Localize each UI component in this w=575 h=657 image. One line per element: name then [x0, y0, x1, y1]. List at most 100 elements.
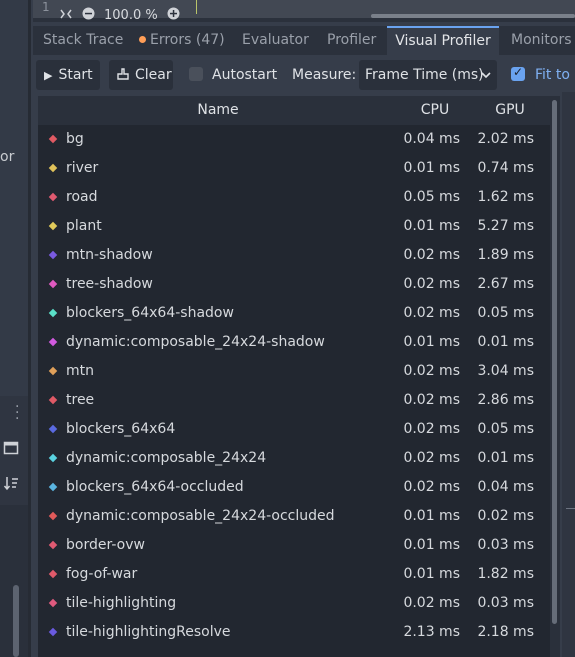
autostart-checkbox[interactable]	[189, 67, 203, 81]
zoom-in-icon[interactable]	[167, 7, 180, 24]
row-cpu: 0.01 ms	[403, 334, 460, 350]
table-row[interactable]: border-ovw 0.01 ms 0.03 ms	[38, 531, 550, 560]
tab-evaluator[interactable]: Evaluator	[242, 26, 309, 55]
color-marker-icon	[48, 424, 58, 434]
table-row[interactable]: mtn-shadow 0.02 ms 1.89 ms	[38, 241, 550, 270]
color-marker-icon	[48, 569, 58, 579]
tab-label: Stack Trace	[43, 32, 124, 48]
color-marker-icon	[48, 279, 58, 289]
start-label: Start	[58, 67, 93, 83]
row-cpu: 0.01 ms	[403, 218, 460, 234]
tab-label: Errors (47)	[150, 32, 225, 48]
color-marker-icon	[48, 221, 58, 231]
row-cpu: 0.01 ms	[403, 160, 460, 176]
column-cpu[interactable]: CPU	[400, 96, 470, 125]
row-cpu: 0.02 ms	[403, 247, 460, 263]
left-dock-upper-panel: or	[0, 0, 29, 396]
row-gpu: 0.02 ms	[477, 508, 534, 524]
table-row[interactable]: fog-of-war 0.01 ms 1.82 ms	[38, 560, 550, 589]
tab-label: Monitors	[511, 32, 572, 48]
color-marker-icon	[48, 163, 58, 173]
row-name: mtn-shadow	[66, 247, 153, 263]
tab-errors[interactable]: Errors (47)	[139, 26, 225, 55]
table-row[interactable]: dynamic:composable_24x24 0.02 ms 0.01 ms	[38, 444, 550, 473]
table-row[interactable]: blockers_64x64-shadow 0.02 ms 0.05 ms	[38, 299, 550, 328]
column-gpu[interactable]: GPU	[478, 96, 542, 125]
tab-monitors[interactable]: Monitors	[511, 26, 572, 55]
start-button[interactable]: ▶ Start	[36, 60, 100, 90]
row-name: tile-highlightingResolve	[66, 624, 231, 640]
drag-handle-icon[interactable]: · · ·	[15, 400, 19, 426]
table-row[interactable]: blockers_64x64-occluded 0.02 ms 0.04 ms	[38, 473, 550, 502]
row-gpu: 0.74 ms	[477, 160, 534, 176]
profiler-toolbar: ▶ Start Clear Autostart Measure: Frame Ti…	[33, 58, 575, 92]
zoom-level: 100.0 %	[104, 8, 158, 23]
color-marker-icon	[48, 511, 58, 521]
window-icon[interactable]	[3, 440, 19, 456]
row-gpu: 2.02 ms	[477, 131, 534, 147]
row-name: dynamic:composable_24x24-shadow	[66, 334, 325, 350]
measure-select[interactable]: Frame Time (ms)	[359, 60, 497, 90]
table-row[interactable]: plant 0.01 ms 5.27 ms	[38, 212, 550, 241]
tab-label: Visual Profiler	[395, 33, 491, 49]
editor-hscrollbar[interactable]	[371, 14, 575, 18]
debugger-tabbar: Stack Trace Errors (47) Evaluator Profil…	[33, 26, 575, 55]
table-scrollbar[interactable]	[552, 100, 557, 624]
table-row[interactable]: blockers_64x64 0.02 ms 0.05 ms	[38, 415, 550, 444]
move-icon[interactable]	[59, 8, 73, 24]
editor-strip: 1 100.0 %	[33, 0, 575, 24]
row-gpu: 0.05 ms	[477, 421, 534, 437]
column-name[interactable]: Name	[38, 96, 398, 125]
color-marker-icon	[48, 540, 58, 550]
tab-visual-profiler[interactable]: Visual Profiler	[387, 26, 499, 55]
row-gpu: 0.04 ms	[477, 479, 534, 495]
table-row[interactable]: mtn 0.02 ms 3.04 ms	[38, 357, 550, 386]
table-row[interactable]: dynamic:composable_24x24-occluded 0.01 ms…	[38, 502, 550, 531]
table-row[interactable]: tile-highlighting 0.02 ms 0.03 ms	[38, 589, 550, 618]
tab-stack-trace[interactable]: Stack Trace	[43, 26, 123, 55]
zoom-controls: 100.0 %	[59, 7, 180, 24]
color-marker-icon	[48, 192, 58, 202]
color-marker-icon	[48, 395, 58, 405]
row-name: border-ovw	[66, 537, 145, 553]
color-marker-icon	[48, 134, 58, 144]
chevron-down-icon	[481, 60, 491, 90]
row-name: tree-shadow	[66, 276, 153, 292]
row-gpu: 0.03 ms	[477, 595, 534, 611]
row-cpu: 0.01 ms	[403, 537, 460, 553]
color-marker-icon	[48, 308, 58, 318]
table-row[interactable]: tree 0.02 ms 2.86 ms	[38, 386, 550, 415]
play-icon: ▶	[44, 69, 53, 82]
row-gpu: 2.86 ms	[477, 392, 534, 408]
sort-icon[interactable]	[3, 475, 19, 491]
row-gpu: 2.67 ms	[477, 276, 534, 292]
color-marker-icon	[48, 482, 58, 492]
table-row[interactable]: tile-highlightingResolve 2.13 ms 2.18 ms	[38, 618, 550, 647]
clear-button[interactable]: Clear	[109, 60, 173, 90]
row-gpu: 3.04 ms	[477, 363, 534, 379]
left-dock-scrollbar[interactable]	[13, 585, 19, 657]
tab-profiler[interactable]: Profiler	[327, 26, 376, 55]
zoom-out-icon[interactable]	[82, 7, 95, 24]
table-row[interactable]: dynamic:composable_24x24-shadow 0.01 ms 0.…	[38, 328, 550, 357]
table-row[interactable]: river 0.01 ms 0.74 ms	[38, 154, 550, 183]
fit-to-frame-checkbox[interactable]	[511, 65, 525, 81]
tab-label: Profiler	[327, 32, 377, 48]
truncated-label: or	[0, 149, 15, 165]
table-row[interactable]: road 0.05 ms 1.62 ms	[38, 183, 550, 212]
row-gpu: 0.01 ms	[477, 334, 534, 350]
row-gpu: 1.62 ms	[477, 189, 534, 205]
color-marker-icon	[48, 453, 58, 463]
clear-label: Clear	[135, 67, 172, 83]
row-cpu: 0.02 ms	[403, 421, 460, 437]
dock-splitter[interactable]	[28, 0, 31, 657]
row-name: blockers_64x64-shadow	[66, 305, 234, 321]
row-gpu: 1.82 ms	[477, 566, 534, 582]
row-gpu: 0.05 ms	[477, 305, 534, 321]
row-name: bg	[66, 131, 84, 147]
table-row[interactable]: bg 0.04 ms 2.02 ms	[38, 125, 550, 154]
table-row[interactable]: tree-shadow 0.02 ms 2.67 ms	[38, 270, 550, 299]
row-gpu: 0.01 ms	[477, 450, 534, 466]
row-name: mtn	[66, 363, 94, 379]
row-name: tree	[66, 392, 95, 408]
